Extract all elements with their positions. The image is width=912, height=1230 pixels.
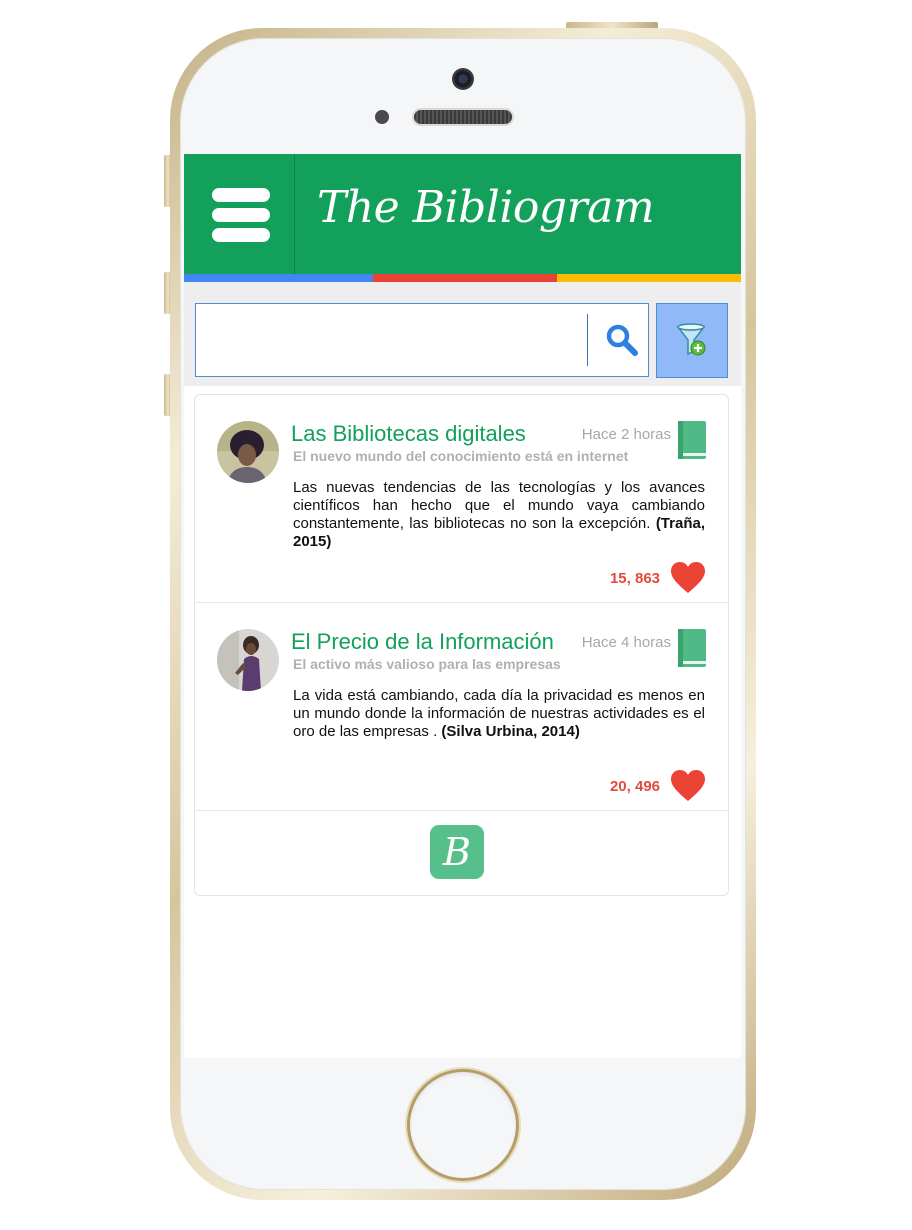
post-timestamp: Hace 4 horas — [581, 634, 671, 651]
heart-icon[interactable] — [670, 561, 706, 595]
post-body: Las nuevas tendencias de las tecnologías… — [293, 479, 705, 551]
post-title[interactable]: Las Bibliotecas digitales — [291, 421, 526, 447]
search-box — [195, 303, 649, 377]
magnifier-icon — [606, 324, 638, 356]
menu-icon-line — [212, 188, 270, 202]
post-subtitle: El activo más valioso para las empresas — [293, 656, 561, 672]
front-camera — [452, 68, 474, 90]
app-header: The Bibliogram — [184, 154, 741, 274]
post-subtitle: El nuevo mundo del conocimiento está en … — [293, 448, 629, 464]
app-title: The Bibliogram — [317, 182, 655, 233]
color-stripe-blue — [184, 274, 373, 282]
post-feed: Las Bibliotecas digitales El nuevo mundo… — [194, 394, 729, 896]
logo-letter: B — [443, 830, 471, 874]
post-card[interactable]: Las Bibliotecas digitales El nuevo mundo… — [195, 395, 728, 602]
avatar-image — [217, 629, 279, 691]
avatar-image — [217, 421, 279, 483]
heart-icon[interactable] — [670, 769, 706, 803]
post-divider — [195, 810, 728, 811]
earpiece-speaker — [414, 110, 512, 124]
proximity-sensor — [375, 110, 389, 124]
post-timestamp: Hace 2 horas — [581, 426, 671, 443]
home-button — [410, 1072, 516, 1178]
color-stripe-red — [373, 274, 557, 282]
post-title[interactable]: El Precio de la Información — [291, 629, 554, 655]
bibliogram-logo-button[interactable]: B — [430, 825, 484, 879]
author-avatar[interactable] — [217, 629, 279, 691]
search-input[interactable] — [206, 312, 580, 370]
search-divider — [587, 314, 588, 366]
author-avatar[interactable] — [217, 421, 279, 483]
color-stripe-yellow — [557, 274, 741, 282]
book-icon[interactable] — [678, 629, 706, 667]
menu-icon-line — [212, 228, 270, 242]
like-count: 20, 496 — [609, 778, 660, 795]
search-bar-area — [184, 282, 741, 386]
search-button[interactable] — [604, 322, 640, 358]
menu-icon-line — [212, 208, 270, 222]
filter-button[interactable] — [656, 303, 728, 378]
post-citation: (Silva Urbina, 2014) — [441, 723, 580, 740]
post-text: Las nuevas tendencias de las tecnologías… — [293, 479, 705, 532]
post-body: La vida está cambiando, cada día la priv… — [293, 687, 705, 741]
like-count: 15, 863 — [609, 570, 660, 587]
funnel-add-icon — [676, 323, 706, 356]
hamburger-menu-button[interactable] — [184, 154, 295, 274]
post-card[interactable]: El Precio de la Información El activo má… — [195, 603, 728, 810]
app-screen: The Bibliogram Las Bibliotecas digitales… — [184, 154, 741, 1058]
book-icon[interactable] — [678, 421, 706, 459]
